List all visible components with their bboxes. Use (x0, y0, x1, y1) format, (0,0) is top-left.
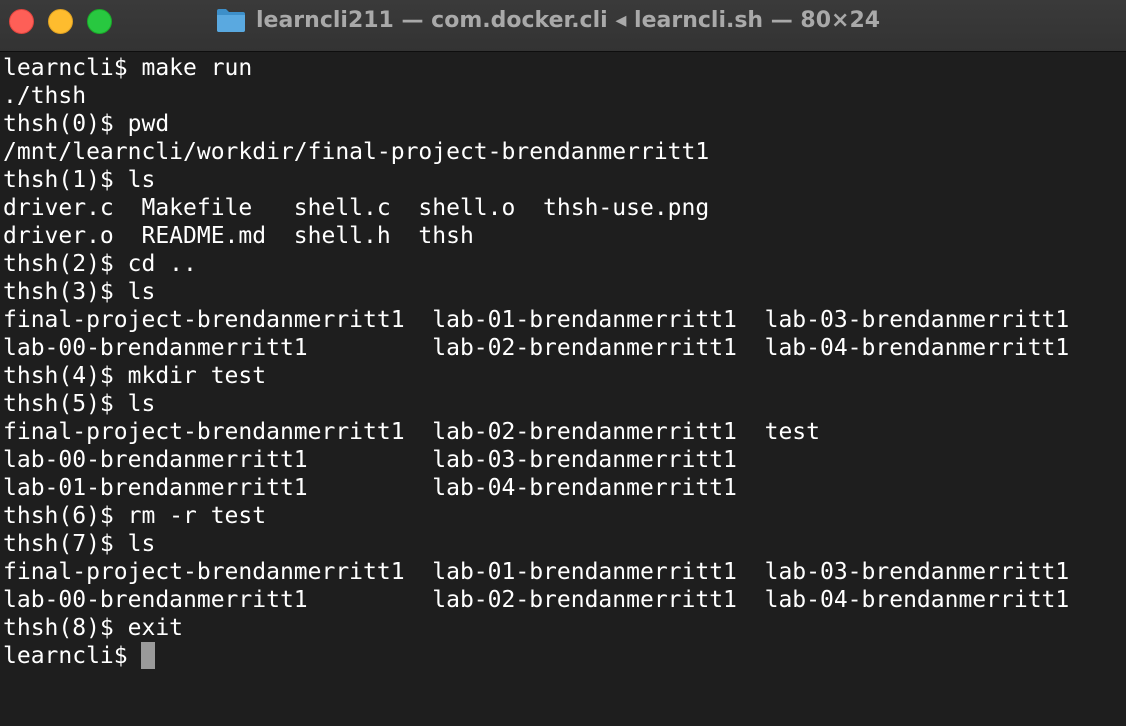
terminal-line: final-project-brendanmerritt1 lab-01-bre… (3, 307, 1070, 333)
maximize-button[interactable] (87, 9, 112, 34)
terminal-line: lab-01-brendanmerritt1 lab-04-brendanmer… (3, 475, 737, 501)
title-bar[interactable]: learncli211 — com.docker.cli ◂ learncli.… (0, 0, 1126, 52)
terminal-line: thsh(5)$ ls (3, 391, 156, 417)
terminal-line: thsh(6)$ rm -r test (3, 503, 267, 529)
text-cursor (141, 642, 156, 669)
close-button[interactable] (9, 9, 34, 34)
terminal-line: thsh(7)$ ls (3, 531, 156, 557)
terminal-line: lab-00-brendanmerritt1 lab-02-brendanmer… (3, 335, 1070, 361)
terminal-line: lab-00-brendanmerritt1 lab-02-brendanmer… (3, 587, 1070, 613)
terminal-line: driver.c Makefile shell.c shell.o thsh-u… (3, 195, 710, 221)
prompt-line[interactable]: learncli$ (3, 642, 1121, 670)
window-title-group: learncli211 — com.docker.cli ◂ learncli.… (216, 0, 880, 40)
shell-prompt: learncli$ (3, 643, 142, 669)
terminal-line: final-project-brendanmerritt1 lab-01-bre… (3, 559, 1070, 585)
terminal-line: final-project-brendanmerritt1 lab-02-bre… (3, 419, 820, 445)
terminal-line: thsh(0)$ pwd (3, 111, 170, 137)
terminal-line: thsh(4)$ mkdir test (3, 363, 267, 389)
terminal-line: thsh(1)$ ls (3, 167, 156, 193)
terminal-line: thsh(3)$ ls (3, 279, 156, 305)
terminal-line: lab-00-brendanmerritt1 lab-03-brendanmer… (3, 447, 737, 473)
terminal-line: thsh(2)$ cd .. (3, 251, 197, 277)
terminal-line: /mnt/learncli/workdir/final-project-bren… (3, 139, 710, 165)
terminal-line: ./thsh (3, 83, 87, 109)
terminal-line: thsh(8)$ exit (3, 615, 184, 641)
terminal-output[interactable]: learncli$ make run ./thsh thsh(0)$ pwd /… (3, 54, 1121, 722)
window-title: learncli211 — com.docker.cli ◂ learncli.… (256, 7, 881, 33)
terminal-line: learncli$ make run (3, 55, 253, 81)
folder-icon (217, 9, 245, 32)
terminal-line: driver.o README.md shell.h thsh (3, 223, 474, 249)
minimize-button[interactable] (48, 9, 73, 34)
terminal-window: learncli211 — com.docker.cli ◂ learncli.… (0, 0, 1126, 726)
